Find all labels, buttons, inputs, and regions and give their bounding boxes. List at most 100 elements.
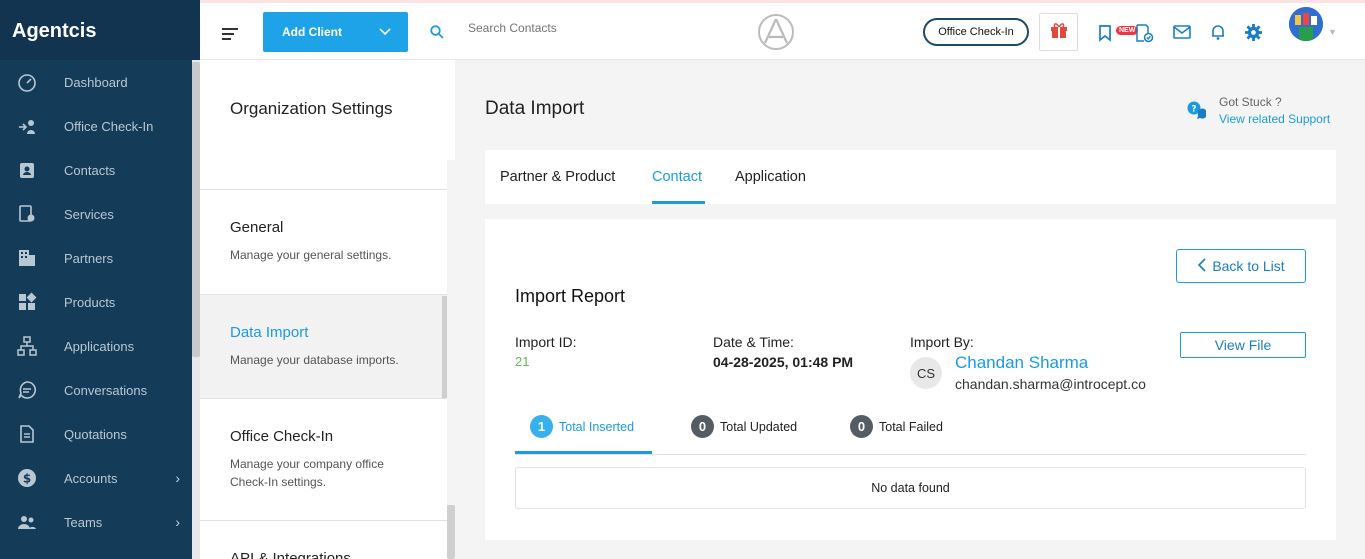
grid-icon — [16, 291, 38, 313]
settings-item-desc: Manage your general settings. — [230, 248, 392, 262]
import-id-label: Import ID: — [515, 334, 577, 350]
chevron-left-icon — [1197, 257, 1206, 275]
import-report-card: Back to List Import Report Import ID: 21… — [485, 219, 1336, 540]
task-list-icon[interactable] — [1134, 23, 1154, 48]
sidebar-item-label: Partners — [64, 250, 114, 266]
add-client-label: Add Client — [282, 25, 342, 39]
sidebar-item-quotations[interactable]: Quotations — [0, 412, 200, 456]
svg-text:$: $ — [23, 472, 31, 486]
import-tabs: Partner & Product Contact Application — [485, 150, 1336, 204]
building-icon — [16, 247, 38, 269]
sidebar-item-conversations[interactable]: Conversations — [0, 368, 200, 412]
document-icon — [16, 423, 38, 445]
checkin-icon — [16, 115, 38, 137]
sidebar-item-office-checkin[interactable]: Office Check-In — [0, 104, 200, 148]
company-logo-icon — [757, 13, 795, 56]
back-to-list-button[interactable]: Back to List — [1176, 249, 1306, 283]
sidebar-nav: Dashboard Office Check-In Contacts Servi… — [0, 60, 200, 544]
search-icon[interactable] — [430, 25, 444, 44]
tab-total-inserted[interactable]: 1 Total Inserted — [530, 415, 634, 438]
settings-item-title: General — [230, 219, 284, 236]
settings-title: Organization Settings — [200, 60, 455, 190]
notification-bell-icon[interactable] — [1209, 23, 1227, 46]
tab-total-updated[interactable]: 0 Total Updated — [691, 415, 797, 438]
settings-item-data-import[interactable]: Data Import Manage your database imports… — [200, 295, 455, 399]
count-badge: 1 — [530, 415, 553, 438]
user-avatar[interactable] — [1289, 7, 1323, 41]
settings-item-desc: Manage your company office Check-In sett… — [230, 457, 384, 489]
import-id-value: 21 — [515, 354, 530, 369]
importer-name-link[interactable]: Chandan Sharma — [955, 353, 1088, 373]
sidebar-item-label: Accounts — [64, 470, 118, 486]
sidebar-item-label: Dashboard — [64, 74, 128, 90]
settings-item-api-integrations[interactable]: API & Integrations — [200, 521, 455, 559]
top-bar: Add Client Office Check-In NEW ▼ — [200, 0, 1365, 60]
office-checkin-button[interactable]: Office Check-In — [923, 18, 1029, 46]
sidebar-item-products[interactable]: Products — [0, 280, 200, 324]
stat-label: Total Updated — [720, 419, 798, 434]
gauge-icon — [16, 71, 38, 93]
importer-email: chandan.sharma@introcept.co — [955, 376, 1146, 392]
date-time-value: 04-28-2025, 01:48 PM — [713, 354, 854, 370]
page-title: Data Import — [485, 98, 585, 119]
count-badge: 0 — [850, 415, 873, 438]
date-time-label: Date & Time: — [713, 334, 794, 350]
mail-icon[interactable] — [1172, 23, 1192, 46]
stat-label: Total Failed — [879, 419, 943, 434]
user-initials-avatar: CS — [910, 357, 942, 389]
import-by-label: Import By: — [910, 334, 974, 350]
svg-text:?: ? — [1191, 105, 1196, 115]
sidebar-scrollbar-thumb[interactable] — [192, 62, 200, 357]
stat-label: Total Inserted — [559, 419, 635, 434]
settings-scrollbar-track[interactable] — [447, 160, 455, 559]
settings-item-general[interactable]: General Manage your general settings. — [200, 190, 455, 295]
settings-item-desc: Manage your database imports. — [230, 353, 399, 367]
settings-item-office-checkin[interactable]: Office Check-In Manage your company offi… — [200, 399, 455, 521]
brand-logo[interactable]: Agentcis — [0, 0, 200, 60]
empty-state: No data found — [515, 467, 1306, 509]
contact-badge-icon — [16, 159, 38, 181]
sidebar-item-accounts[interactable]: $ Accounts › — [0, 456, 200, 500]
sidebar-item-label: Quotations — [64, 426, 127, 442]
tab-application[interactable]: Application — [735, 169, 806, 185]
divider — [515, 454, 1306, 455]
gift-button[interactable] — [1039, 13, 1078, 51]
active-item-indicator — [442, 296, 447, 398]
organization-settings-panel: Organization Settings General Manage you… — [200, 60, 455, 559]
sidebar-item-label: Office Check-In — [64, 118, 154, 134]
sidebar-item-label: Contacts — [64, 162, 116, 178]
sidebar: Agentcis Dashboard Office Check-In Conta… — [0, 0, 200, 559]
sidebar-item-teams[interactable]: Teams › — [0, 500, 200, 544]
chevron-right-icon: › — [175, 514, 180, 530]
sidebar-item-applications[interactable]: Applications — [0, 324, 200, 368]
whats-new-icon[interactable] — [1096, 23, 1116, 48]
sidebar-item-dashboard[interactable]: Dashboard — [0, 60, 200, 104]
tab-contact[interactable]: Contact — [652, 169, 702, 185]
tab-total-failed[interactable]: 0 Total Failed — [850, 415, 943, 438]
services-icon — [16, 203, 38, 225]
chevron-right-icon: › — [175, 470, 180, 486]
help-chat-icon[interactable]: ? — [1186, 100, 1208, 125]
sidebar-item-services[interactable]: Services — [0, 192, 200, 236]
search-input[interactable] — [468, 21, 668, 35]
settings-item-title: Office Check-In — [230, 428, 334, 445]
sidebar-item-contacts[interactable]: Contacts — [0, 148, 200, 192]
settings-scrollbar-thumb[interactable] — [447, 505, 455, 559]
avatar-dropdown-icon[interactable]: ▼ — [1328, 27, 1337, 37]
tab-partner-product[interactable]: Partner & Product — [500, 169, 615, 185]
back-to-list-label: Back to List — [1212, 258, 1285, 274]
view-file-button[interactable]: View File — [1180, 332, 1306, 358]
help-prompt: Got Stuck ? — [1219, 95, 1282, 109]
active-tab-indicator — [652, 201, 705, 204]
settings-item-title: Data Import — [230, 324, 309, 341]
dollar-icon: $ — [16, 467, 38, 489]
gift-icon — [1049, 20, 1069, 45]
menu-toggle-icon[interactable] — [222, 28, 238, 43]
count-badge: 0 — [691, 415, 714, 438]
sidebar-item-partners[interactable]: Partners — [0, 236, 200, 280]
chevron-down-icon[interactable] — [362, 25, 408, 39]
view-support-link[interactable]: View related Support — [1219, 112, 1330, 126]
settings-gear-icon[interactable] — [1244, 23, 1263, 47]
workflow-icon — [16, 335, 38, 357]
add-client-button[interactable]: Add Client — [263, 12, 408, 52]
